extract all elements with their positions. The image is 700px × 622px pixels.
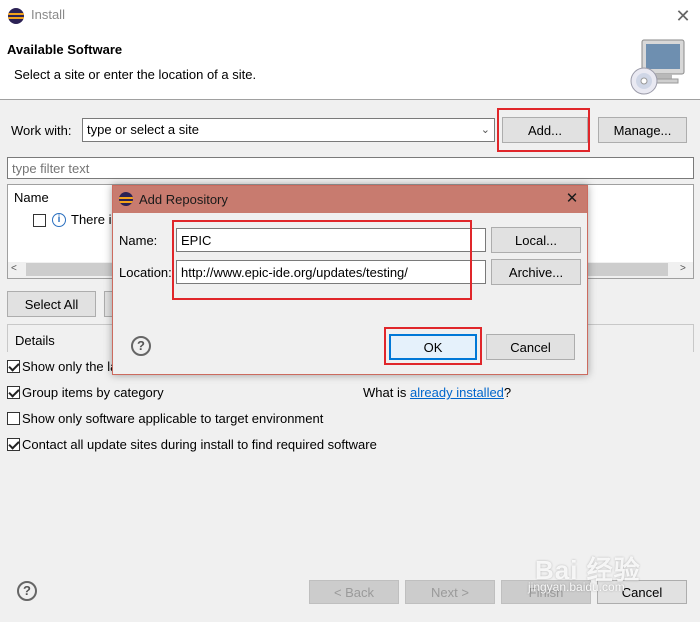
table-row-checkbox[interactable] [33,214,46,227]
watermark-url: jingyan.baidu.com [528,580,625,594]
filter-input[interactable] [7,157,694,179]
ok-button[interactable]: OK [389,334,477,360]
eclipse-icon [119,192,133,206]
chevron-down-icon[interactable]: ⌄ [481,119,490,141]
work-with-value: type or select a site [87,122,199,137]
archive-button[interactable]: Archive... [491,259,581,285]
close-icon[interactable]: ✕ [561,189,583,209]
option-target-env-label: Show only software applicable to target … [22,411,324,426]
wizard-header: Available Software Select a site or ente… [0,32,700,100]
cd-computer-icon [630,39,685,95]
option-group-category-checkbox[interactable] [7,386,20,399]
details-label: Details [15,333,55,348]
option-contact-sites-checkbox[interactable] [7,438,20,451]
work-with-combo[interactable]: type or select a site ⌄ [82,118,495,142]
what-is-text: What is [363,385,410,400]
option-show-latest-checkbox[interactable] [7,360,20,373]
location-label: Location: [119,265,172,280]
dialog-title: Add Repository [139,192,228,207]
chevron-left-icon[interactable]: < [11,263,17,274]
page-title: Available Software [7,42,123,57]
option-group-category-label: Group items by category [22,385,164,400]
already-installed-link[interactable]: already installed [410,385,504,400]
work-with-label: Work with: [11,123,72,138]
dialog-title-bar: Add Repository ✕ [113,186,587,213]
info-icon: i [52,213,66,227]
page-subtitle: Select a site or enter the location of a… [14,67,257,82]
title-bar: Install ✕ [0,0,700,32]
window-title: Install [31,7,65,22]
already-installed-text: What is already installed? [363,385,511,400]
add-site-button[interactable]: Add... [502,117,588,143]
question-mark-text: ? [503,385,512,400]
option-show-latest-label: Show only the la [22,359,118,374]
add-repository-dialog: Add Repository ✕ Name: Local... Location… [112,185,588,375]
name-input[interactable] [176,228,486,252]
help-icon[interactable]: ? [17,581,37,601]
name-label: Name: [119,233,158,248]
table-row-text: There is [71,212,118,227]
chevron-right-icon[interactable]: > [680,263,686,274]
dialog-cancel-button[interactable]: Cancel [486,334,575,360]
select-all-button[interactable]: Select All [7,291,96,317]
manage-sites-button[interactable]: Manage... [598,117,687,143]
close-icon[interactable]: ✕ [668,2,698,30]
column-header-name[interactable]: Name [14,190,49,205]
local-button[interactable]: Local... [491,227,581,253]
location-input[interactable] [176,260,486,284]
option-target-env-checkbox[interactable] [7,412,20,425]
help-icon[interactable]: ? [131,336,151,356]
option-contact-sites-label: Contact all update sites during install … [22,437,377,452]
eclipse-icon [8,8,24,24]
next-button[interactable]: Next > [405,580,495,604]
back-button[interactable]: < Back [309,580,399,604]
